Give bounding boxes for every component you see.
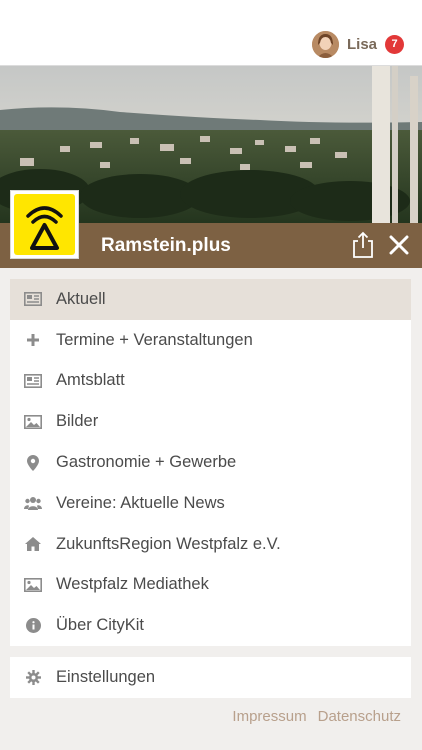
- menu-item-gastronomie[interactable]: Gastronomie + Gewerbe: [10, 442, 411, 483]
- close-icon: [389, 235, 409, 255]
- avatar[interactable]: [311, 30, 339, 58]
- menu-item-amtsblatt[interactable]: Amtsblatt: [10, 361, 411, 402]
- menu-item-label: Westpfalz Mediathek: [56, 575, 209, 594]
- user-name[interactable]: Lisa: [347, 36, 377, 53]
- menu-item-label: Termine + Veranstaltungen: [56, 330, 253, 349]
- menu-item-label: Amtsblatt: [56, 371, 125, 390]
- share-button[interactable]: [350, 230, 376, 260]
- menu-item-termine[interactable]: Termine + Veranstaltungen: [10, 320, 411, 361]
- menu-item-label: Vereine: Aktuelle News: [56, 493, 225, 512]
- share-icon: [353, 231, 373, 258]
- menu-item-zukunftsregion[interactable]: ZukunftsRegion Westpfalz e.V.: [10, 524, 411, 565]
- plus-icon: [24, 331, 42, 349]
- app-title: Ramstein.plus: [101, 235, 231, 256]
- top-bar: Lisa 7: [0, 0, 422, 66]
- datenschutz-link[interactable]: Datenschutz: [318, 708, 401, 725]
- image-icon: [24, 576, 42, 594]
- menu-item-bilder[interactable]: Bilder: [10, 401, 411, 442]
- menu-item-label: Bilder: [56, 412, 99, 431]
- navigation-menu: Aktuell Termine + Veranstaltungen Amtsbl…: [10, 279, 411, 647]
- menu-item-vereine[interactable]: Vereine: Aktuelle News: [10, 483, 411, 524]
- menu-item-label: Aktuell: [56, 289, 106, 308]
- footer-links: Impressum Datenschutz: [232, 708, 401, 725]
- map-pin-icon: [24, 454, 42, 472]
- app-logo: [10, 190, 79, 259]
- menu-item-label: Über CityKit: [56, 616, 145, 635]
- gear-icon: [24, 669, 42, 687]
- close-button[interactable]: [386, 232, 412, 258]
- info-icon: [24, 617, 42, 635]
- menu-item-ueber-citykit[interactable]: Über CityKit: [10, 605, 411, 646]
- home-icon: [24, 535, 42, 553]
- users-icon: [24, 494, 42, 512]
- settings-label: Einstellungen: [56, 668, 156, 686]
- notification-badge[interactable]: 7: [385, 34, 404, 54]
- settings-item[interactable]: Einstellungen: [10, 657, 411, 698]
- menu-item-mediathek[interactable]: Westpfalz Mediathek: [10, 565, 411, 606]
- newspaper-icon: [24, 290, 42, 308]
- image-icon: [24, 413, 42, 431]
- impressum-link[interactable]: Impressum: [232, 708, 306, 725]
- newspaper-icon: [24, 372, 42, 390]
- menu-item-label: ZukunftsRegion Westpfalz e.V.: [56, 534, 281, 553]
- user-menu[interactable]: Lisa 7: [311, 29, 404, 59]
- menu-item-label: Gastronomie + Gewerbe: [56, 453, 237, 472]
- menu-item-aktuell[interactable]: Aktuell: [10, 279, 411, 320]
